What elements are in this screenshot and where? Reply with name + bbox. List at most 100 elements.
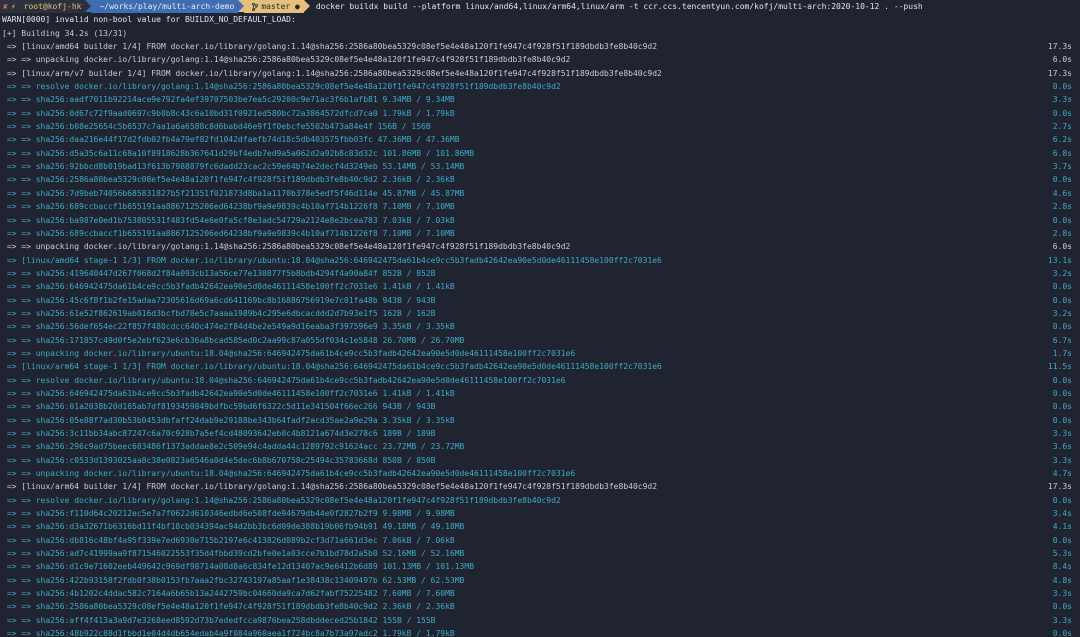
log-text: => => unpacking docker.io/library/golang… <box>2 242 571 252</box>
log-duration: 5.3s <box>1052 549 1072 559</box>
log-duration: 4.7s <box>1052 469 1072 479</box>
log-text: => => sha256:48b922c88d1fbbd1e04d4db654e… <box>2 629 455 637</box>
log-duration: 3.3s <box>1052 95 1072 105</box>
log-text: => => sha256:c0533d1393025aa8c38e0823a65… <box>2 455 436 465</box>
log-line: => => sha256:2586a80bea5329c08ef5e4e48a1… <box>0 600 1080 613</box>
log-text: => => sha256:646942475da61b4ce9cc5b3fadb… <box>2 282 455 292</box>
log-line: => => sha256:b08e25654c5b6537c7aa1a6a658… <box>0 120 1080 133</box>
log-line: => [linux/amd64 stage-1 1/3] FROM docker… <box>0 254 1080 267</box>
log-duration: 4.6s <box>1052 188 1072 198</box>
log-text: => => sha256:0d67c72f9aad0697c9b0b8c43c6… <box>2 108 455 118</box>
log-line: => [linux/amd64 builder 1/4] FROM docker… <box>0 40 1080 53</box>
log-line: => => sha256:45c6f8f1b2fe15adaa72305616d… <box>0 294 1080 307</box>
log-duration: 0.0s <box>1052 495 1072 505</box>
log-text: => => sha256:ba987e0ed1b753805531f483fd5… <box>2 215 455 225</box>
log-duration: 11.5s <box>1047 362 1072 372</box>
log-duration: 0.0s <box>1052 602 1072 612</box>
log-line: => => sha256:646942475da61b4ce9cc5b3fadb… <box>0 280 1080 293</box>
log-duration: 0.0s <box>1052 415 1072 425</box>
log-duration: 3.3s <box>1052 589 1072 599</box>
log-line: => => sha256:d1c9e71602eeb449642c969df98… <box>0 560 1080 573</box>
log-text: => => sha256:01a2038b20d165ab7df81934598… <box>2 402 436 412</box>
log-text: => => sha256:d3a32671b6316bd11f4bf18cb03… <box>2 522 465 532</box>
log-line: => => sha256:01a2038b20d165ab7df81934598… <box>0 400 1080 413</box>
log-duration: 3.7s <box>1052 162 1072 172</box>
warning-line: WARN[0000] invalid non-bool value for BU… <box>2 15 296 25</box>
branch-icon <box>252 2 259 11</box>
log-duration: 4.8s <box>1052 575 1072 585</box>
log-text: => => sha256:3c11bb34abc87247c6a70c928b7… <box>2 429 436 438</box>
log-text: => => sha256:7d9beb74056b685831827b5f213… <box>2 188 465 198</box>
log-text: => => sha256:daa216e44f17d2fdb02fb4a79ef… <box>2 135 460 145</box>
log-line: => => sha256:0d67c72f9aad0697c9b0b8c43c6… <box>0 107 1080 120</box>
log-text: => => sha256:56def654ec22f857f480cdcc640… <box>2 322 455 332</box>
log-text: => [linux/arm64 builder 1/4] FROM docker… <box>2 482 658 492</box>
log-text: => => sha256:646942475da61b4ce9cc5b3fadb… <box>2 388 455 398</box>
log-duration: 0.0s <box>1052 629 1072 637</box>
log-text: => => sha256:422b93158f2fdb0f38b0153fb7a… <box>2 575 465 585</box>
log-text: => => sha256:689ccbaccf1b655191aa8867125… <box>2 202 455 212</box>
log-duration: 3.2s <box>1052 308 1072 318</box>
log-duration: 0.0s <box>1052 535 1072 545</box>
log-line: => => sha256:48b922c88d1fbbd1e04d4db654e… <box>0 627 1080 637</box>
log-duration: 0.0s <box>1052 402 1072 412</box>
log-duration: 13.1s <box>1047 255 1072 265</box>
log-line: => => sha256:daa216e44f17d2fdb02fb4a79ef… <box>0 133 1080 146</box>
log-line: => => sha256:56def654ec22f857f480cdcc640… <box>0 320 1080 333</box>
log-text: => => resolve docker.io/library/golang:1… <box>2 82 561 92</box>
log-text: => => sha256:d5a35c6a11c68a10f8918628b36… <box>2 148 475 158</box>
log-duration: 2.7s <box>1052 122 1072 132</box>
log-text: => => resolve docker.io/library/golang:1… <box>2 495 561 505</box>
log-duration: 0.0s <box>1052 175 1072 185</box>
log-text: => => sha256:aadf7011b92214ace9e792fa4ef… <box>2 95 455 105</box>
log-text: => => sha256:419640447d267f068d2f84a093c… <box>2 268 436 278</box>
log-line: => => sha256:2586a80bea5329c08ef5e4e48a1… <box>0 173 1080 186</box>
log-line: => => resolve docker.io/library/ubuntu:1… <box>0 374 1080 387</box>
log-line: => => sha256:05e88f7ad30b53b0453dbfaff24… <box>0 414 1080 427</box>
log-line: => => resolve docker.io/library/golang:1… <box>0 80 1080 93</box>
lightning-icon: ⚡ <box>10 2 16 11</box>
log-line: => => sha256:aadf7011b92214ace9e792fa4ef… <box>0 93 1080 106</box>
log-line: => => sha256:f110d64c20212ec5e7a7f0622d6… <box>0 507 1080 520</box>
log-text: => => sha256:05e88f7ad30b53b0453dbfaff24… <box>2 415 455 425</box>
log-line: => [linux/arm/v7 builder 1/4] FROM docke… <box>0 67 1080 80</box>
log-line: => => unpacking docker.io/library/ubuntu… <box>0 467 1080 480</box>
log-duration: 6.0s <box>1052 242 1072 252</box>
log-text: => => sha256:2586a80bea5329c08ef5e4e48a1… <box>2 175 455 185</box>
log-duration: 6.0s <box>1052 55 1072 65</box>
log-text: => => sha256:f110d64c20212ec5e7a7f0622d6… <box>2 509 455 519</box>
log-text: => => sha256:689ccbaccf1b655191aa8867125… <box>2 228 455 238</box>
log-duration: 3.2s <box>1052 268 1072 278</box>
log-text: => [linux/arm64 stage-1 1/3] FROM docker… <box>2 362 662 372</box>
log-duration: 2.8s <box>1052 202 1072 212</box>
error-status-icon: ✘ <box>3 2 8 11</box>
log-line: => => sha256:646942475da61b4ce9cc5b3fadb… <box>0 387 1080 400</box>
log-text: => => sha256:171857c49d0f5e2ebf623e6cb36… <box>2 335 465 345</box>
log-line: => => resolve docker.io/library/golang:1… <box>0 494 1080 507</box>
prompt-git-segment: master ● <box>244 0 304 14</box>
log-duration: 3.6s <box>1052 442 1072 452</box>
log-line: => => sha256:db816c48bf4a95f339e7ed6930e… <box>0 534 1080 547</box>
log-line: => [linux/arm64 stage-1 1/3] FROM docker… <box>0 360 1080 373</box>
log-duration: 17.3s <box>1047 482 1072 492</box>
log-duration: 4.1s <box>1052 522 1072 532</box>
log-text: => => sha256:4b1202c4ddac582c7164a6b65b1… <box>2 589 455 599</box>
log-duration: 3.3s <box>1052 455 1072 465</box>
log-line: => => sha256:422b93158f2fdb0f38b0153fb7a… <box>0 574 1080 587</box>
log-text: => => sha256:db816c48bf4a95f339e7ed6930e… <box>2 535 455 545</box>
log-line: => => sha256:ba987e0ed1b753805531f483fd5… <box>0 214 1080 227</box>
log-duration: 3.3s <box>1052 429 1072 438</box>
build-log: => [linux/amd64 builder 1/4] FROM docker… <box>0 40 1080 637</box>
log-duration: 6.2s <box>1052 135 1072 145</box>
command-text[interactable]: docker buildx build --platform linux/and… <box>310 0 923 13</box>
log-text: => => sha256:61e52f862619ab016d3bcfbd78e… <box>2 308 436 318</box>
log-duration: 0.0s <box>1052 322 1072 332</box>
log-text: => => sha256:2586a80bea5329c08ef5e4e48a1… <box>2 602 455 612</box>
log-duration: 6.7s <box>1052 335 1072 345</box>
log-line: => => sha256:ad7c41999aa9f871546022553f3… <box>0 547 1080 560</box>
log-line: => => sha256:689ccbaccf1b655191aa8867125… <box>0 227 1080 240</box>
log-duration: 0.0s <box>1052 108 1072 118</box>
log-duration: 0.0s <box>1052 215 1072 225</box>
terminal-window[interactable]: ✘ ⚡ root@kofj-hk ~/works/play/multi-arch… <box>0 0 1080 637</box>
log-line: => => unpacking docker.io/library/golang… <box>0 240 1080 253</box>
